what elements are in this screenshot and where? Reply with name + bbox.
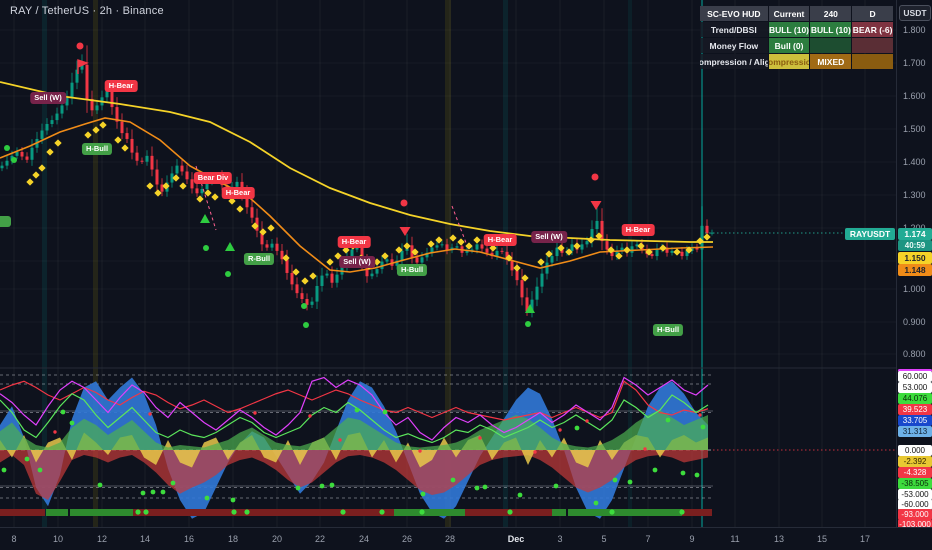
time-axis-label: 16 <box>183 534 195 544</box>
hud-title: SC-EVO HUD <box>700 6 768 21</box>
signal-label-h-bull: H-Bull <box>652 324 684 336</box>
time-axis-label: 8 <box>11 534 17 544</box>
hud-row-compression: Compression / Align Compression MIXED <box>700 54 894 69</box>
time-axis-label: 24 <box>358 534 370 544</box>
price-axis[interactable]: 1.8001.7001.6001.5001.4001.3001.2001.000… <box>896 0 932 530</box>
osc-axis-label: -2.392 <box>898 456 932 467</box>
chart-title: RAY / TetherUS · 2h · Binance <box>10 5 164 17</box>
time-axis-label: 9 <box>689 534 695 544</box>
price-axis-label: 0.800 <box>903 349 926 359</box>
last-price-tag: 1.174 <box>898 228 932 240</box>
hud-cell: BULL (10) <box>768 22 810 37</box>
hud-row-label: Compression / Align <box>700 54 768 69</box>
price-axis-label: 1.400 <box>903 157 926 167</box>
time-axis-label: 11 <box>730 534 740 544</box>
time-axis-label: 22 <box>314 534 326 544</box>
hud-cell: Bull (0) <box>768 38 810 53</box>
price-chart-canvas[interactable] <box>0 0 932 550</box>
time-axis-label: 14 <box>139 534 151 544</box>
time-axis-label: Dec <box>507 534 525 544</box>
osc-axis-label: 33.705 <box>898 415 932 426</box>
osc-axis-label: 53.000 <box>898 382 932 393</box>
time-axis-label: 15 <box>816 534 828 544</box>
time-axis-label: 5 <box>601 534 607 544</box>
signal-label-h-bear: H-Bear <box>621 224 655 236</box>
hud-cell <box>810 38 852 53</box>
signal-label-sell-w-: Sell (W) <box>30 92 66 104</box>
time-axis-label: 20 <box>271 534 283 544</box>
signal-label-h-bull: H-Bull <box>396 264 428 276</box>
hud-header-row: SC-EVO HUD Current 240 D <box>700 6 894 21</box>
signal-label-h-bear: H-Bear <box>221 187 255 199</box>
osc-axis-label: 0.000 <box>898 445 932 456</box>
price-axis-label: 1.300 <box>903 190 926 200</box>
signal-label-sell-w-: Sell (W) <box>531 231 567 243</box>
time-axis-label: 17 <box>859 534 871 544</box>
price-axis-label: 1.800 <box>903 25 926 35</box>
time-axis[interactable]: 8 10 12 14 16 18 20 22 24 26 28 Dec 3 5 7 9 11 13 15 17 <box>0 527 932 550</box>
hud-cell <box>852 54 893 69</box>
symbol-price-tag: RAYUSDT <box>845 228 895 240</box>
signal-label-h-bear: H-Bear <box>483 234 517 246</box>
hud-cell: MIXED <box>810 54 852 69</box>
osc-axis-label: -38.505 <box>898 478 932 489</box>
signal-label-clipped <box>0 216 11 227</box>
hud-col-current: Current <box>768 6 810 21</box>
hud-col-240: 240 <box>810 6 852 21</box>
time-axis-label: 13 <box>773 534 785 544</box>
price-axis-label: 1.700 <box>903 58 926 68</box>
signal-label-sell-w-: Sell (W) <box>339 256 375 268</box>
hud-row-moneyflow: Money Flow Bull (0) <box>700 38 894 53</box>
trading-chart-app: RAY / TetherUS · 2h · Binance SC-EVO HUD… <box>0 0 932 550</box>
signal-label-r-bull: R-Bull <box>243 253 275 265</box>
signal-label-bear-div: Bear Div <box>193 172 233 184</box>
time-axis-label: 12 <box>96 534 108 544</box>
ma-price-tag: 1.150 <box>898 252 932 264</box>
time-axis-label: 7 <box>645 534 651 544</box>
bar-countdown-tag: 40:59 <box>898 240 932 251</box>
hud-row-label: Money Flow <box>700 38 768 53</box>
currency-toggle-button[interactable]: USDT <box>899 5 931 21</box>
osc-axis-label: -4.328 <box>898 467 932 478</box>
hud-row-trend: Trend/DBSI BULL (10) BULL (10) BEAR (-6) <box>700 22 894 37</box>
hud-cell: BEAR (-6) <box>852 22 893 37</box>
hud-table: SC-EVO HUD Current 240 D Trend/DBSI BULL… <box>700 6 894 70</box>
osc-axis-label: 44.076 <box>898 393 932 404</box>
osc-axis-label: 39.523 <box>898 404 932 415</box>
time-axis-label: 3 <box>557 534 563 544</box>
time-axis-label: 26 <box>401 534 413 544</box>
hud-cell <box>852 38 893 53</box>
time-axis-label: 10 <box>52 534 64 544</box>
hud-cell: BULL (10) <box>810 22 852 37</box>
ma-price-tag: 1.148 <box>898 264 932 276</box>
price-axis-label: 0.900 <box>903 317 926 327</box>
hud-cell: Compression <box>768 54 810 69</box>
price-axis-label: 1.500 <box>903 124 926 134</box>
hud-col-daily: D <box>852 6 893 21</box>
price-axis-label: 1.000 <box>903 284 926 294</box>
price-axis-label: 1.600 <box>903 91 926 101</box>
osc-axis-label: 60.000 <box>898 371 932 382</box>
hud-row-label: Trend/DBSI <box>700 22 768 37</box>
time-axis-label: 18 <box>227 534 239 544</box>
signal-label-h-bear: H-Bear <box>104 80 138 92</box>
time-axis-label: 28 <box>444 534 456 544</box>
signal-label-h-bull: H-Bull <box>81 143 113 155</box>
signal-label-h-bear: H-Bear <box>337 236 371 248</box>
osc-axis-label: 31.313 <box>898 426 932 437</box>
